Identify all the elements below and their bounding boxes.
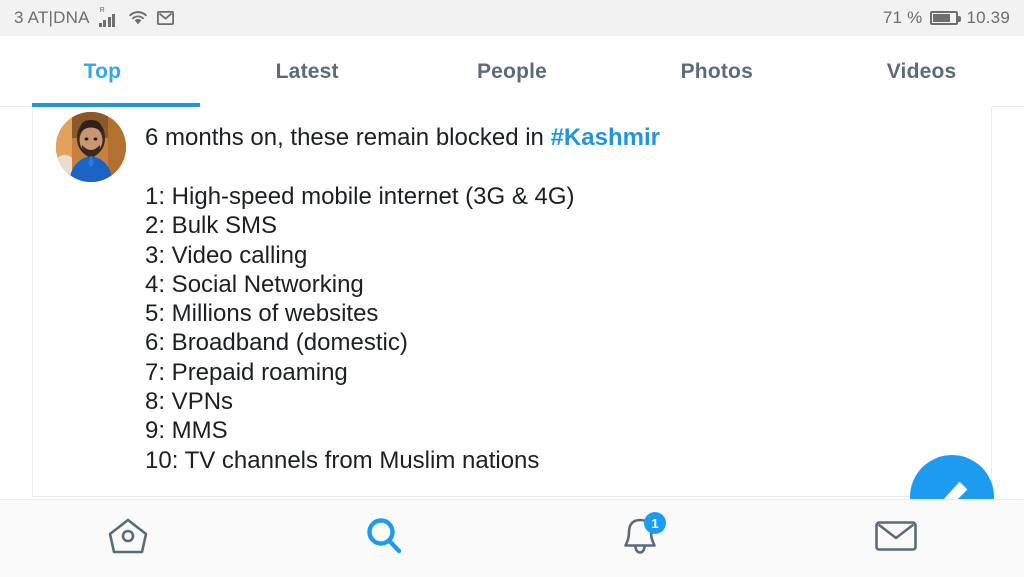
list-item: 6: Broadband (domestic) — [145, 329, 408, 357]
bottom-navigation-bar: 1 — [0, 499, 1024, 577]
card-top-divider-left — [0, 106, 32, 107]
list-item: 9: MMS — [145, 417, 228, 445]
list-item: 1: High-speed mobile internet (3G & 4G) — [145, 183, 575, 210]
tweet-headline-text: 6 months on, these remain blocked in — [145, 124, 551, 151]
tab-latest[interactable]: Latest — [205, 36, 410, 107]
list-item: 7: Prepaid roaming — [145, 358, 348, 386]
status-bar-right: 71 % 10.39 — [883, 8, 1010, 28]
avatar[interactable] — [56, 112, 126, 182]
search-tab-bar: Top Latest People Photos Videos — [0, 36, 1024, 107]
card-top-divider-right — [992, 106, 1024, 107]
signal-bars-roaming-icon: R — [98, 7, 119, 27]
list-item: 8: VPNs — [145, 388, 234, 416]
status-bar-left: 3 AT|DNA R — [14, 7, 174, 28]
tab-top[interactable]: Top — [0, 36, 205, 107]
nav-notifications[interactable]: 1 — [512, 500, 768, 577]
tab-videos[interactable]: Videos — [819, 36, 1024, 107]
tweet-body-list: 1: High-speed mobile internet (3G & 4G) … — [145, 182, 575, 475]
search-icon — [362, 514, 406, 563]
list-item: 5: Millions of websites — [145, 300, 379, 328]
status-bar: 3 AT|DNA R 71 % 10.39 — [0, 0, 1024, 36]
nav-messages[interactable] — [768, 500, 1024, 577]
gmail-icon — [156, 11, 174, 25]
mail-icon — [874, 518, 918, 559]
nav-home[interactable] — [0, 500, 256, 577]
list-item: 2: Bulk SMS — [145, 212, 278, 240]
wifi-icon — [128, 10, 148, 26]
clock-label: 10.39 — [966, 8, 1010, 27]
list-item: 4: Social Networking — [145, 270, 364, 298]
battery-percent-label: 71 % — [882, 8, 923, 27]
tweet-headline: 6 months on, these remain blocked in #Ka… — [145, 124, 660, 152]
list-item: 3: Video calling — [145, 241, 308, 269]
nav-search[interactable] — [256, 500, 512, 577]
home-icon — [106, 515, 150, 562]
notification-badge: 1 — [644, 512, 666, 534]
hashtag-link[interactable]: #Kashmir — [551, 124, 660, 151]
carrier-label: 3 AT|DNA — [14, 8, 90, 27]
tweet-card[interactable]: 6 months on, these remain blocked in #Ka… — [32, 107, 992, 497]
list-item: 10: TV channels from Muslim nations — [145, 446, 540, 474]
tab-photos[interactable]: Photos — [614, 36, 819, 107]
tab-people[interactable]: People — [410, 36, 615, 107]
battery-icon — [930, 11, 962, 25]
